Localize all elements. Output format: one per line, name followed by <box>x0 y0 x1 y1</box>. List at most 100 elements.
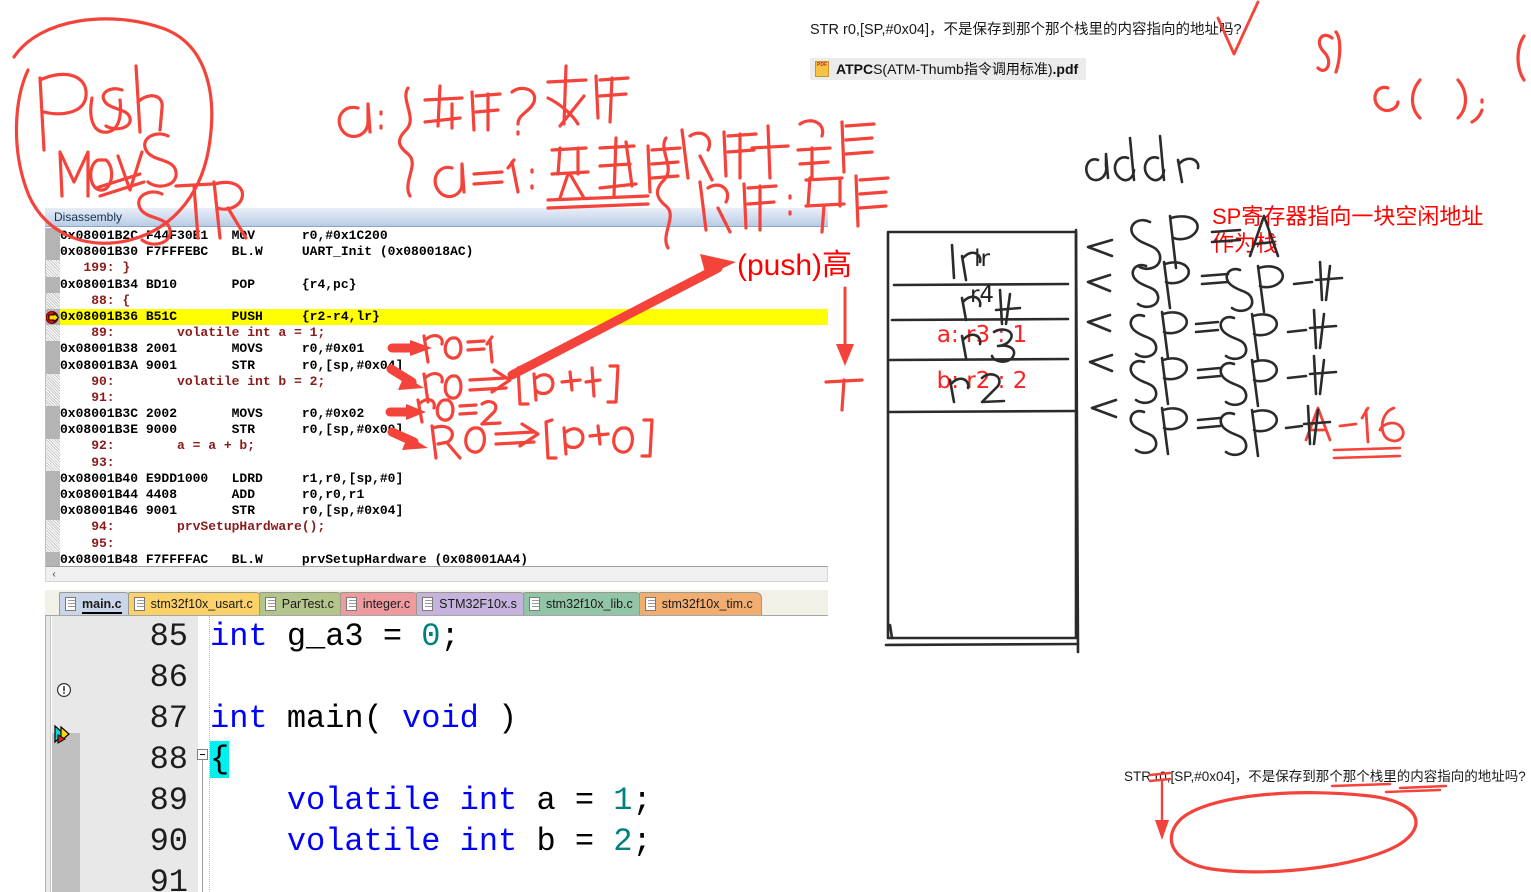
code-token: void <box>402 700 479 737</box>
ide-window: Disassembly 0x08001B2C F44F30E1 MOV r0,#… <box>45 208 828 892</box>
code-token: main( <box>267 700 403 737</box>
disassembly-body[interactable]: 0x08001B2C F44F30E1 MOV r0,#0x1C200 0x080… <box>45 228 828 566</box>
editor-fold-column[interactable] <box>197 616 210 892</box>
code-editor[interactable]: 85 86 87 88 89 90 91 int g_a3 = 0; int main( vo… <box>45 616 828 892</box>
scroll-left-arrow-icon[interactable]: ‹ <box>47 568 61 581</box>
disassembly-instruction-line[interactable]: 0x08001B3E 9000 STR r0,[sp,#0x00] <box>60 422 828 438</box>
disassembly-source-line[interactable]: 94: prvSetupHardware(); <box>60 519 828 535</box>
pdf-icon: PDF <box>815 61 829 77</box>
editor-code-line[interactable]: int g_a3 = 0; <box>210 616 828 657</box>
code-token: g_a3 = <box>267 618 422 655</box>
disassembly-instruction-line[interactable]: 0x08001B2C F44F30E1 MOV r0,#0x1C200 <box>60 228 828 244</box>
tab-main-c[interactable]: main.c <box>59 592 131 615</box>
editor-text-area[interactable]: int g_a3 = 0; int main( void ){ volatile … <box>210 616 828 892</box>
disassembly-instruction-line[interactable]: 0x08001B38 2001 MOVS r0,#0x01 <box>60 341 828 357</box>
file-icon <box>65 597 76 611</box>
push-annotation-label: (push)高 <box>737 249 853 282</box>
execution-arrow-icon[interactable] <box>53 724 77 749</box>
code-token: volatile int <box>286 782 518 819</box>
editor-code-line[interactable]: volatile int b = 2; <box>210 821 828 862</box>
editor-line-numbers: 85 86 87 88 89 90 91 <box>80 616 198 892</box>
disassembly-gutter-mark <box>46 552 60 566</box>
disassembly-instruction-line[interactable]: 0x08001B40 E9DD1000 LDRD r1,r0,[sp,#0] <box>60 471 828 487</box>
editor-code-line[interactable]: { <box>210 739 828 780</box>
tab-ParTest-c[interactable]: ParTest.c <box>258 592 343 615</box>
code-token: ; <box>440 618 460 655</box>
disassembly-gutter-mark <box>46 341 60 358</box>
warning-icon[interactable] <box>56 682 72 703</box>
disassembly-source-line[interactable]: 88: { <box>60 293 828 309</box>
tab-label: ParTest.c <box>281 597 334 611</box>
disassembly-instruction-line[interactable]: 0x08001B30 F7FFFEBC BL.W UART_Init (0x08… <box>60 244 828 260</box>
code-token: int <box>210 700 268 737</box>
disassembly-source-line[interactable]: 95: <box>60 536 828 552</box>
disassembly-gutter-mark <box>46 228 60 245</box>
code-token: 2 <box>613 823 633 860</box>
disassembly-instruction-line[interactable]: 0x08001B48 F7FFFFAC BL.W prvSetupHardwar… <box>60 552 828 566</box>
tab-stm32f10x_lib-c[interactable]: stm32f10x_lib.c <box>522 592 642 615</box>
disassembly-instruction-line[interactable]: 0x08001B46 9001 STR r0,[sp,#0x04] <box>60 503 828 519</box>
editor-change-bar <box>46 616 51 892</box>
editor-code-line[interactable] <box>210 657 828 698</box>
stack-cell: r4 <box>969 282 995 308</box>
disassembly-source-line[interactable]: 89: volatile int a = 1; <box>60 325 828 341</box>
editor-code-line[interactable]: volatile int a = 1; <box>210 780 828 821</box>
disassembly-gutter[interactable] <box>46 228 60 566</box>
pdf-name-prefix: ATPC <box>836 61 874 77</box>
editor-line-number: 85 <box>149 618 188 655</box>
code-token: volatile int <box>286 823 518 860</box>
code-token: 0 <box>421 618 441 655</box>
tab-STM32F10x-s[interactable]: STM32F10x.s <box>416 592 526 615</box>
breakpoint-marker-icon[interactable] <box>46 310 61 325</box>
disassembly-source-line[interactable]: 92: a = a + b; <box>60 438 828 454</box>
disassembly-instruction-line[interactable]: 0x08001B34 BD10 POP {r4,pc} <box>60 277 828 293</box>
editor-line-number: 90 <box>149 823 188 860</box>
tab-stm32f10x_tim-c[interactable]: stm32f10x_tim.c <box>638 592 762 615</box>
question-text-bottom: STR r0,[SP,#0x04]，不是保存到那个那个栈里的内容指向的地址吗? <box>1124 769 1526 784</box>
tab-label: stm32f10x_usart.c <box>150 597 253 611</box>
editor-icon-gutter[interactable] <box>52 616 80 892</box>
pdf-name-suffix: .pdf <box>1052 61 1079 77</box>
code-token: ; <box>632 782 652 819</box>
tab-stm32f10x_usart-c[interactable]: stm32f10x_usart.c <box>127 592 262 615</box>
code-token: ; <box>632 823 652 860</box>
code-token: b = <box>517 823 614 860</box>
file-icon <box>345 597 357 611</box>
disassembly-gutter-mark <box>46 276 60 293</box>
editor-line-number: 88 <box>149 741 188 778</box>
disassembly-instruction-line[interactable]: 0x08001B44 4408 ADD r0,r0,r1 <box>60 487 828 503</box>
file-icon <box>422 597 434 611</box>
code-token: a = <box>517 782 614 819</box>
disassembly-title: Disassembly <box>45 208 828 227</box>
disassembly-gutter-mark <box>46 406 60 423</box>
disassembly-horizontal-scrollbar[interactable]: ‹ <box>45 566 828 582</box>
editor-code-line[interactable] <box>210 862 828 892</box>
disassembly-source-line[interactable]: 90: volatile int b = 2; <box>60 374 828 390</box>
disassembly-instruction-line[interactable]: 0x08001B3C 2002 MOVS r0,#0x02 <box>60 406 828 422</box>
disassembly-gutter-mark <box>46 357 60 374</box>
editor-line-number: 87 <box>149 700 188 737</box>
editor-code-line[interactable]: int main( void ) <box>210 698 828 739</box>
tab-label: main.c <box>82 597 122 614</box>
question-text-top: STR r0,[SP,#0x04]，不是保存到那个那个栈里的内容指向的地址吗? <box>810 22 1242 38</box>
disassembly-source-line[interactable]: 91: <box>60 390 828 406</box>
code-token: ) <box>478 700 518 737</box>
pdf-attachment-chip[interactable]: PDF ATPCS(ATM-Thumb指令调用标准).pdf <box>810 58 1087 80</box>
disassembly-instruction-line[interactable]: 0x08001B3A 9001 STR r0,[sp,#0x04] <box>60 358 828 374</box>
tab-label: stm32f10x_tim.c <box>661 597 753 611</box>
disassembly-gutter-mark <box>46 487 60 504</box>
file-icon <box>644 597 656 611</box>
fold-collapse-icon[interactable] <box>197 749 208 760</box>
disassembly-instruction-line[interactable]: 0x08001B36 B51C PUSH {r2-r4,lr} <box>60 308 828 326</box>
disassembly-source-line[interactable]: 93: <box>60 455 828 471</box>
disassembly-source-line[interactable]: 199: } <box>60 260 828 276</box>
tab-label: STM32F10x.s <box>439 597 517 611</box>
stack-diagram: lr r4 a: r3 : 1 b: r2 : 2 <box>886 230 1078 640</box>
disassembly-line-list: 0x08001B2C F44F30E1 MOV r0,#0x1C200 0x080… <box>60 228 828 566</box>
tab-integer-c[interactable]: integer.c <box>339 592 420 615</box>
editor-line-number: 86 <box>149 659 188 696</box>
stack-cell: a: r3 : 1 <box>936 322 1028 348</box>
file-tab-bar: main.c stm32f10x_usart.c ParTest.c integer.… <box>45 590 828 616</box>
